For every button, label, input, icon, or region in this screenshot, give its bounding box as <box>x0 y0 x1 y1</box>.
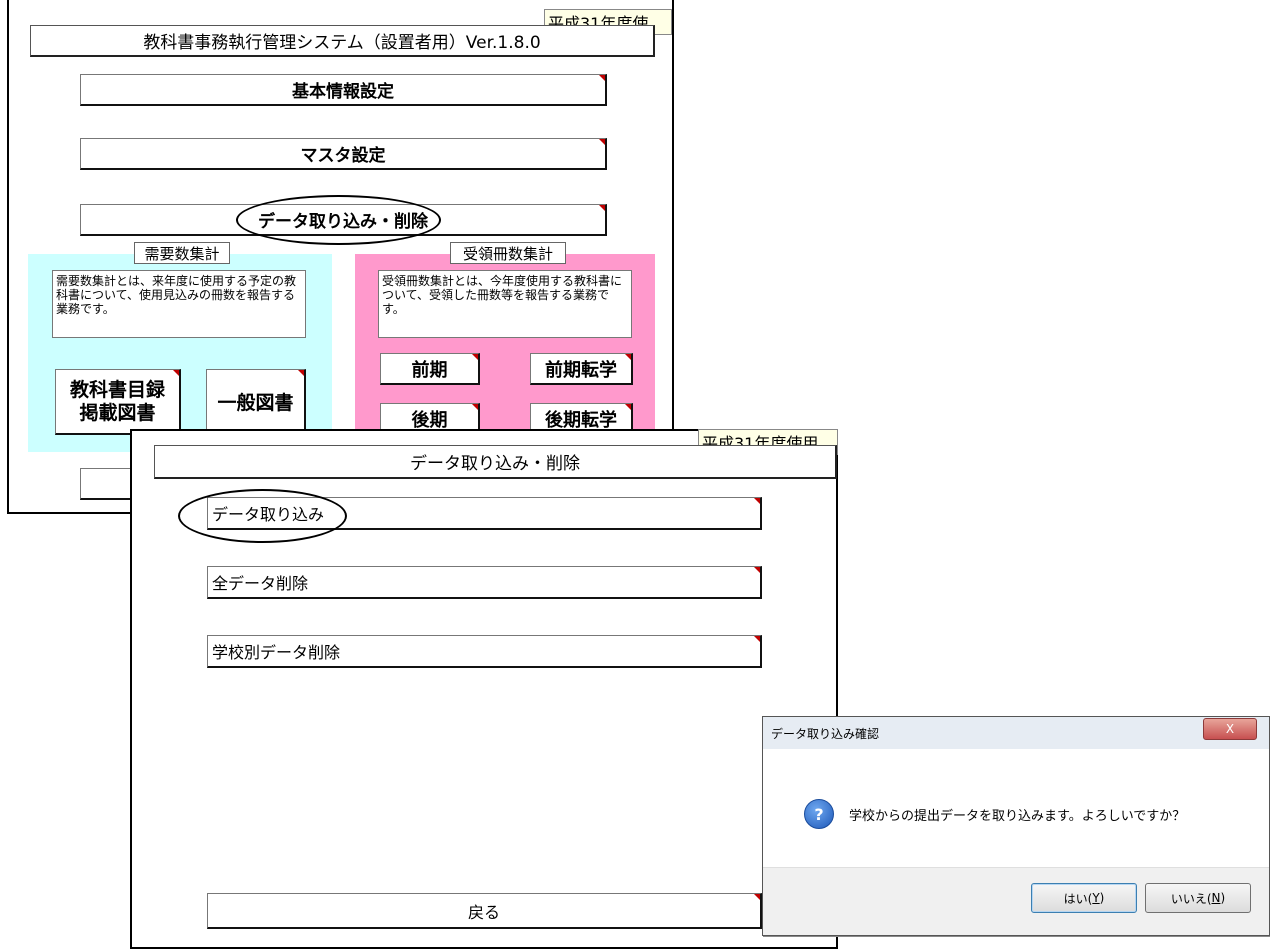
catalog-books-line2: 掲載図書 <box>79 401 156 424</box>
first-term-button[interactable]: 前期 <box>380 353 480 385</box>
yes-label: はい( <box>1063 891 1093 906</box>
back-button[interactable]: 戻る <box>207 893 762 929</box>
dialog-title: データ取り込み確認 <box>771 726 880 741</box>
yes-suffix: ) <box>1099 891 1105 905</box>
import-highlight-oval <box>178 489 347 543</box>
received-label: 受領冊数集計 <box>450 242 566 264</box>
main-title: 教科書事務執行管理システム（設置者用）Ver.1.8.0 <box>30 25 655 57</box>
yes-button[interactable]: はい(Y) <box>1031 883 1137 913</box>
no-suffix: ) <box>1220 891 1226 905</box>
dialog-titlebar: データ取り込み確認 <box>763 717 1269 749</box>
received-description: 受領冊数集計とは、今年度使用する教科書について、受領した冊数等を報告する業務です… <box>378 270 632 338</box>
catalog-books-button[interactable]: 教科書目録 掲載図書 <box>55 369 181 435</box>
no-button[interactable]: いいえ(N) <box>1145 883 1251 913</box>
basic-info-button[interactable]: 基本情報設定 <box>80 74 607 106</box>
sub-title: データ取り込み・削除 <box>154 445 837 479</box>
no-key: N <box>1211 891 1221 905</box>
no-label: いいえ( <box>1170 891 1212 906</box>
demand-label: 需要数集計 <box>134 242 230 264</box>
general-books-button[interactable]: 一般図書 <box>206 369 306 435</box>
confirm-dialog: データ取り込み確認 X ? 学校からの提出データを取り込みます。よろしいですか？… <box>762 716 1270 936</box>
demand-description: 需要数集計とは、来年度に使用する予定の教科書について、使用見込みの冊数を報告する… <box>52 270 306 338</box>
highlight-oval <box>236 195 441 245</box>
first-term-transfer-button[interactable]: 前期転学 <box>530 353 633 385</box>
close-icon[interactable]: X <box>1203 718 1257 740</box>
dialog-message: 学校からの提出データを取り込みます。よろしいですか？ <box>849 809 1186 824</box>
master-settings-button[interactable]: マスタ設定 <box>80 138 607 170</box>
question-icon: ? <box>804 799 834 829</box>
delete-all-data-button[interactable]: 全データ削除 <box>207 566 762 599</box>
catalog-books-line1: 教科書目録 <box>69 378 165 401</box>
dialog-body: ? 学校からの提出データを取り込みます。よろしいですか？ <box>771 749 1261 867</box>
delete-school-data-button[interactable]: 学校別データ削除 <box>207 635 762 668</box>
yes-key: Y <box>1092 891 1100 905</box>
